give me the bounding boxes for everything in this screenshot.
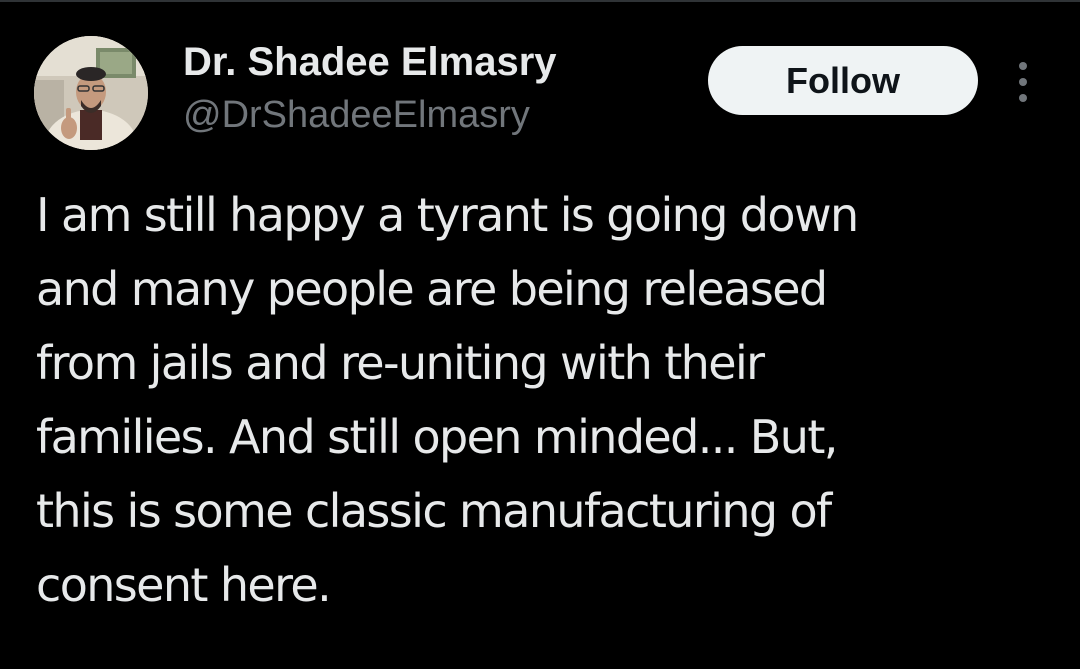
more-dot	[1019, 78, 1027, 86]
author-handle[interactable]: @DrShadeeElmasry	[183, 92, 530, 138]
user-avatar-photo	[34, 36, 148, 150]
follow-button[interactable]: Follow	[708, 46, 978, 115]
tweet-text: I am still happy a tyrant is going down …	[36, 188, 859, 612]
author-display-name[interactable]: Dr. Shadee Elmasry	[183, 38, 557, 86]
more-dot	[1019, 94, 1027, 102]
more-vertical-icon[interactable]	[1008, 60, 1038, 104]
avatar[interactable]	[34, 36, 148, 150]
top-divider	[0, 0, 1080, 2]
more-dot	[1019, 62, 1027, 70]
